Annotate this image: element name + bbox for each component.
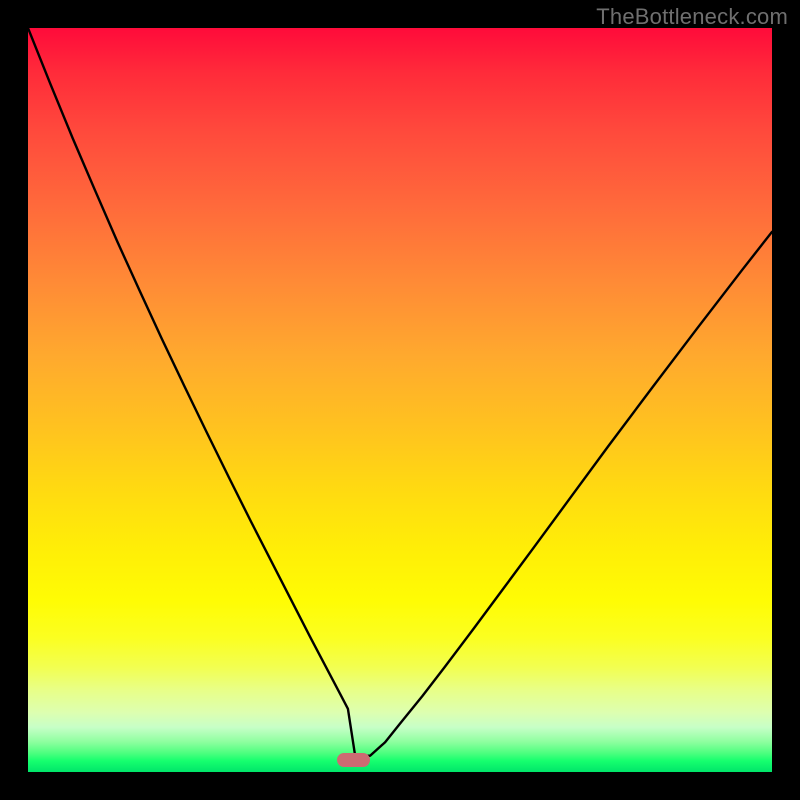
optimal-range-marker: [337, 753, 370, 767]
watermark-text: TheBottleneck.com: [596, 4, 788, 30]
bottleneck-curve: [28, 28, 772, 772]
chart-frame: TheBottleneck.com: [0, 0, 800, 800]
plot-area: [28, 28, 772, 772]
